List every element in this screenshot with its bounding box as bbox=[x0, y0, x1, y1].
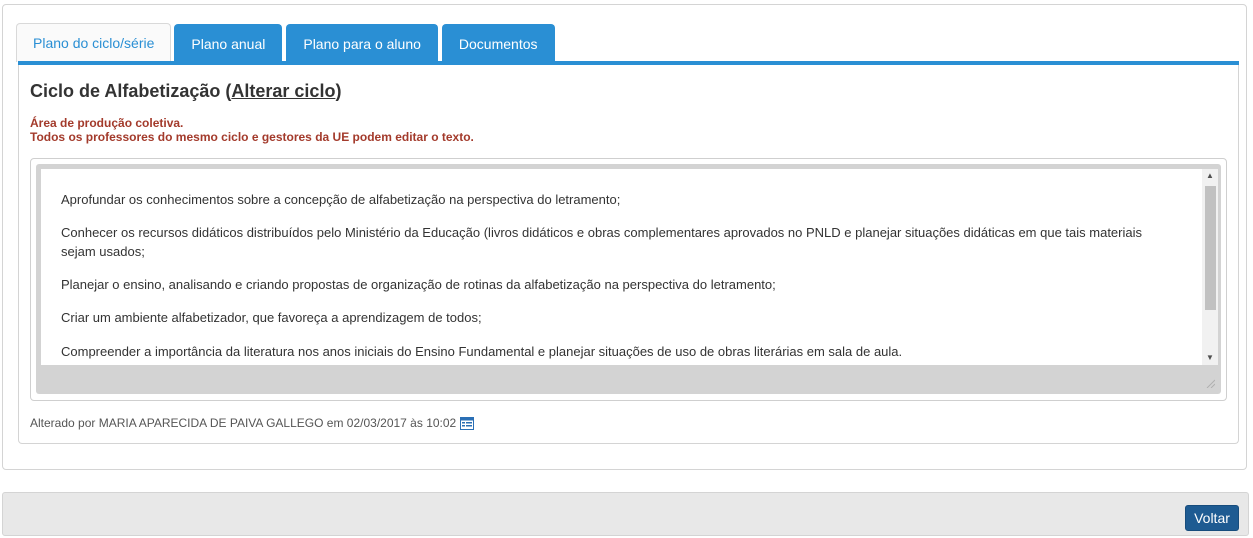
editor-area: Aprofundar os conhecimentos sobre a conc… bbox=[36, 164, 1221, 394]
notice-line-1: Área de produção coletiva. bbox=[30, 116, 184, 130]
tab-plano-anual[interactable]: Plano anual bbox=[174, 24, 283, 62]
plan-card: Plano do ciclo/série Plano anual Plano p… bbox=[2, 4, 1247, 470]
page-title: Ciclo de Alfabetização (Alterar ciclo) bbox=[30, 81, 342, 101]
notice-line-2: Todos os professores do mesmo ciclo e ge… bbox=[30, 130, 474, 144]
scroll-down-arrow-icon[interactable]: ▼ bbox=[1202, 351, 1218, 365]
editor-paragraph: Compreender a importância da literatura … bbox=[61, 344, 903, 359]
editor-paragraph: Aprofundar os conhecimentos sobre a conc… bbox=[61, 192, 621, 207]
editor-scrollbar[interactable]: ▲ ▼ bbox=[1202, 169, 1218, 365]
change-cycle-link[interactable]: Alterar ciclo bbox=[231, 81, 335, 101]
cycle-name: Ciclo de Alfabetização bbox=[30, 81, 221, 101]
history-icon[interactable] bbox=[460, 416, 475, 430]
editor-paragraph: Criar um ambiente alfabetizador, que fav… bbox=[61, 310, 482, 325]
scroll-up-arrow-icon[interactable]: ▲ bbox=[1202, 169, 1218, 183]
resize-grip-icon[interactable] bbox=[1205, 378, 1215, 388]
last-edit-info: Alterado por MARIA APARECIDA DE PAIVA GA… bbox=[30, 416, 475, 430]
scroll-thumb[interactable] bbox=[1205, 186, 1216, 310]
editor-paragraph: Conhecer os recursos didáticos distribuí… bbox=[61, 225, 1142, 259]
footer-bar: Voltar bbox=[2, 492, 1249, 536]
tab-documentos[interactable]: Documentos bbox=[441, 24, 555, 62]
editor-content[interactable]: Aprofundar os conhecimentos sobre a conc… bbox=[41, 169, 1202, 365]
tab-panel: Ciclo de Alfabetização (Alterar ciclo) Á… bbox=[18, 65, 1239, 444]
text-editor: Aprofundar os conhecimentos sobre a conc… bbox=[30, 158, 1227, 401]
tab-bar: Plano do ciclo/série Plano anual Plano p… bbox=[16, 22, 559, 62]
editor-paragraph: Planejar o ensino, analisando e criando … bbox=[61, 277, 776, 292]
collective-notice: Área de produção coletiva. Todos os prof… bbox=[30, 116, 474, 144]
last-edit-text: Alterado por MARIA APARECIDA DE PAIVA GA… bbox=[30, 416, 457, 430]
tab-plano-aluno[interactable]: Plano para o aluno bbox=[286, 24, 438, 62]
back-button[interactable]: Voltar bbox=[1185, 505, 1239, 531]
tab-plano-ciclo-serie[interactable]: Plano do ciclo/série bbox=[16, 23, 172, 62]
